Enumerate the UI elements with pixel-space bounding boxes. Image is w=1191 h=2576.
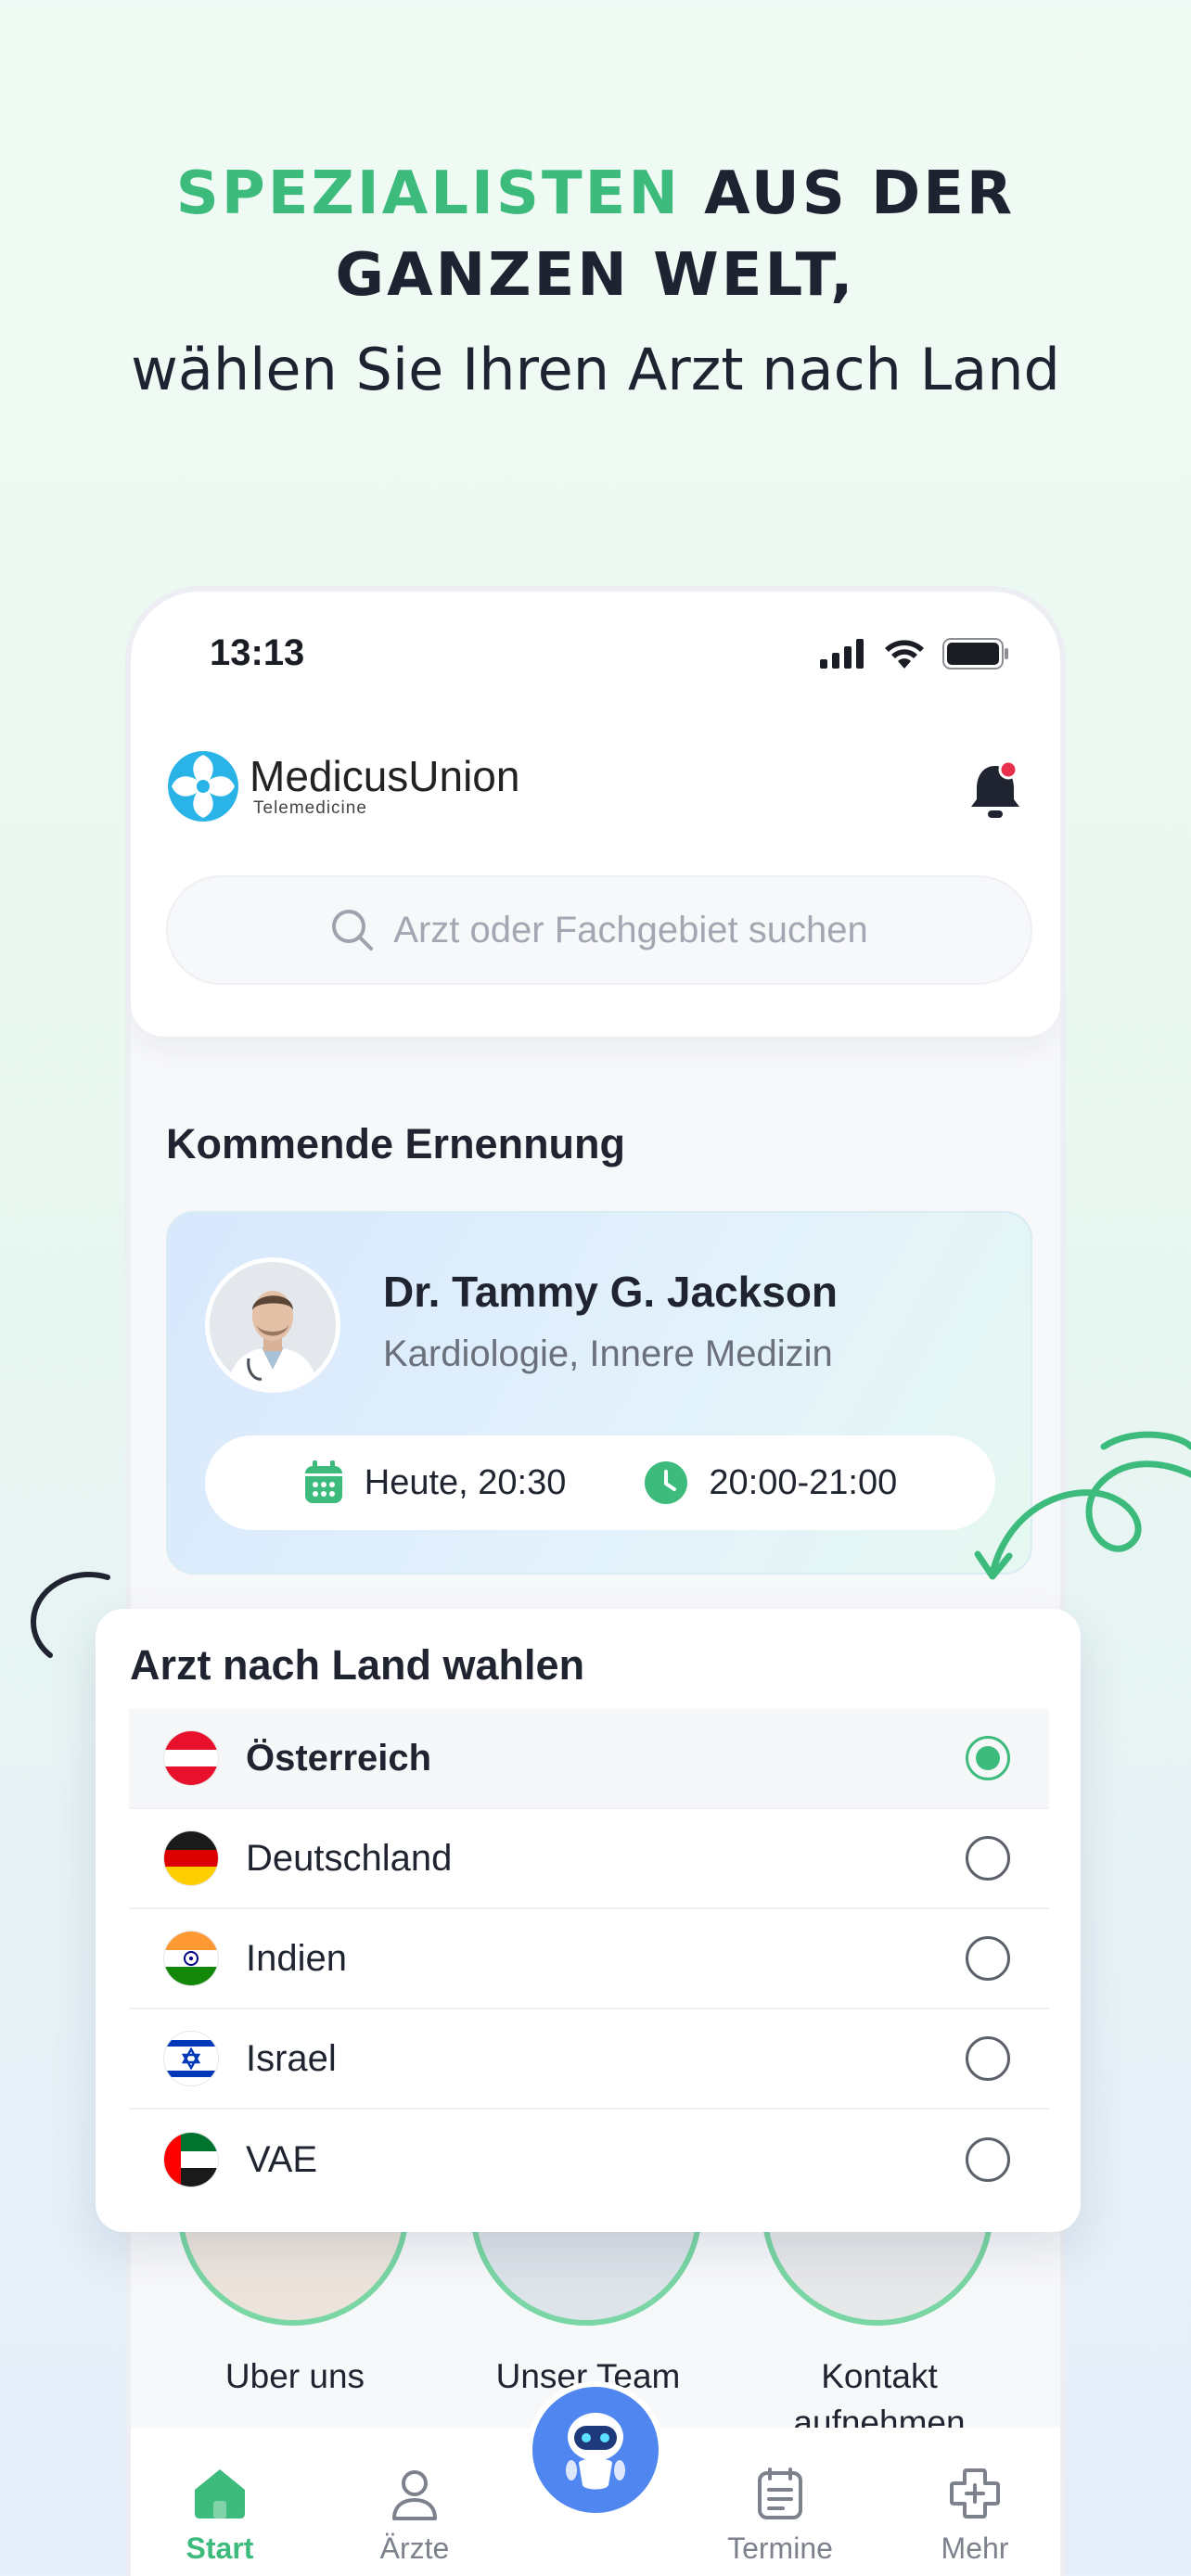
robot-icon: [566, 2413, 625, 2490]
brand-logo: MedicusUnion Telemedicine: [166, 749, 519, 823]
tab-appointments-label: Termine: [727, 2531, 833, 2565]
signal-icon: [820, 639, 864, 669]
battery-icon: [942, 638, 1008, 670]
india-flag-icon: [164, 1932, 218, 1985]
tab-more[interactable]: Mehr: [901, 2465, 1049, 2566]
country-option-israel[interactable]: Israel: [129, 2009, 1049, 2110]
doctor-specialty: Kardiologie, Innere Medizin: [383, 1333, 833, 1374]
brand-name: MedicusUnion: [250, 752, 520, 800]
promo-headline: SPEZIALISTEN AUS DER GANZEN WELT, wählen…: [0, 153, 1191, 407]
tab-appointments[interactable]: Termine: [706, 2465, 854, 2566]
country-option-uae[interactable]: VAE: [129, 2110, 1049, 2210]
clock-icon: [645, 1461, 688, 1504]
notification-bell-icon[interactable]: [967, 759, 1023, 823]
country-name: VAE: [246, 2138, 318, 2180]
austria-flag-icon: [164, 1731, 218, 1785]
germany-flag-icon: [164, 1831, 218, 1885]
appointment-time-pill: Heute, 20:30 20:00-21:00: [205, 1435, 995, 1530]
about-link[interactable]: Uber uns: [174, 2353, 416, 2400]
search-input[interactable]: Arzt oder Fachgebiet suchen: [166, 875, 1032, 985]
medicus-logo-icon: [168, 751, 238, 822]
home-icon: [195, 2469, 245, 2519]
tab-start-label: Start: [186, 2531, 254, 2565]
bottom-tab-bar: Start Ärzte Termine Mehr: [131, 2381, 1060, 2576]
medical-plus-icon: [950, 2468, 1000, 2519]
country-option-germany[interactable]: Deutschland: [129, 1809, 1049, 1909]
contact-link-line-1: Kontakt: [821, 2357, 938, 2395]
country-name: Indien: [246, 1937, 347, 1979]
appointments-icon: [758, 2468, 802, 2519]
country-picker-card: Arzt nach Land wahlen Österreich Deutsch…: [96, 1609, 1081, 2232]
tab-more-label: Mehr: [941, 2531, 1009, 2565]
tab-doctors-label: Ärzte: [379, 2531, 450, 2565]
country-name: Israel: [246, 2037, 337, 2079]
radio-button[interactable]: [966, 1836, 1010, 1881]
appointment-time-range: 20:00-21:00: [709, 1462, 898, 1502]
tab-start[interactable]: Start: [146, 2465, 294, 2566]
doctor-icon: [392, 2470, 437, 2520]
headline-line-1: SPEZIALISTEN AUS DER: [0, 153, 1191, 235]
headline-subtitle: wählen Sie Ihren Arzt nach Land: [131, 336, 1060, 403]
country-picker-title: Arzt nach Land wahlen: [130, 1641, 585, 1689]
doctor-avatar: [205, 1257, 340, 1393]
country-option-austria[interactable]: Österreich: [129, 1709, 1049, 1809]
upcoming-appointment-title: Kommende Ernennung: [166, 1120, 626, 1167]
headline-line-1-rest: AUS DER: [680, 159, 1016, 228]
decorative-arrow-icon: [974, 1431, 1191, 1580]
country-name: Österreich: [246, 1737, 432, 1779]
calendar-icon: [304, 1460, 342, 1503]
brand-tagline: Telemedicine: [253, 798, 367, 818]
radio-button[interactable]: [966, 1936, 1010, 1981]
uae-flag-icon: [164, 2133, 218, 2187]
headline-line-2: GANZEN WELT,: [335, 241, 856, 310]
search-icon: [332, 910, 374, 950]
doctor-name: Dr. Tammy G. Jackson: [383, 1268, 839, 1316]
country-list: Österreich Deutschland Indien Israel VAE: [129, 1709, 1049, 2210]
headline-highlight: SPEZIALISTEN: [175, 159, 681, 228]
israel-flag-icon: [164, 2032, 218, 2085]
phone-screen: 13:13 MedicusUnion Telemedicine Arzt ode…: [125, 586, 1066, 2576]
appointment-card[interactable]: Dr. Tammy G. Jackson Kardiologie, Innere…: [166, 1211, 1032, 1575]
tab-doctors[interactable]: Ärzte: [340, 2465, 489, 2566]
country-option-india[interactable]: Indien: [129, 1909, 1049, 2009]
country-name: Deutschland: [246, 1837, 453, 1879]
search-placeholder: Arzt oder Fachgebiet suchen: [393, 909, 868, 950]
status-time: 13:13: [210, 632, 305, 673]
wifi-icon: [885, 640, 924, 669]
app-header: 13:13 MedicusUnion Telemedicine Arzt ode…: [131, 592, 1060, 1037]
status-icons: [820, 638, 1009, 670]
radio-button[interactable]: [966, 2137, 1010, 2182]
ai-assistant-button[interactable]: [527, 2381, 664, 2519]
radio-button[interactable]: [966, 2036, 1010, 2081]
radio-button[interactable]: [966, 1736, 1010, 1780]
appointment-date: Heute, 20:30: [364, 1462, 567, 1502]
